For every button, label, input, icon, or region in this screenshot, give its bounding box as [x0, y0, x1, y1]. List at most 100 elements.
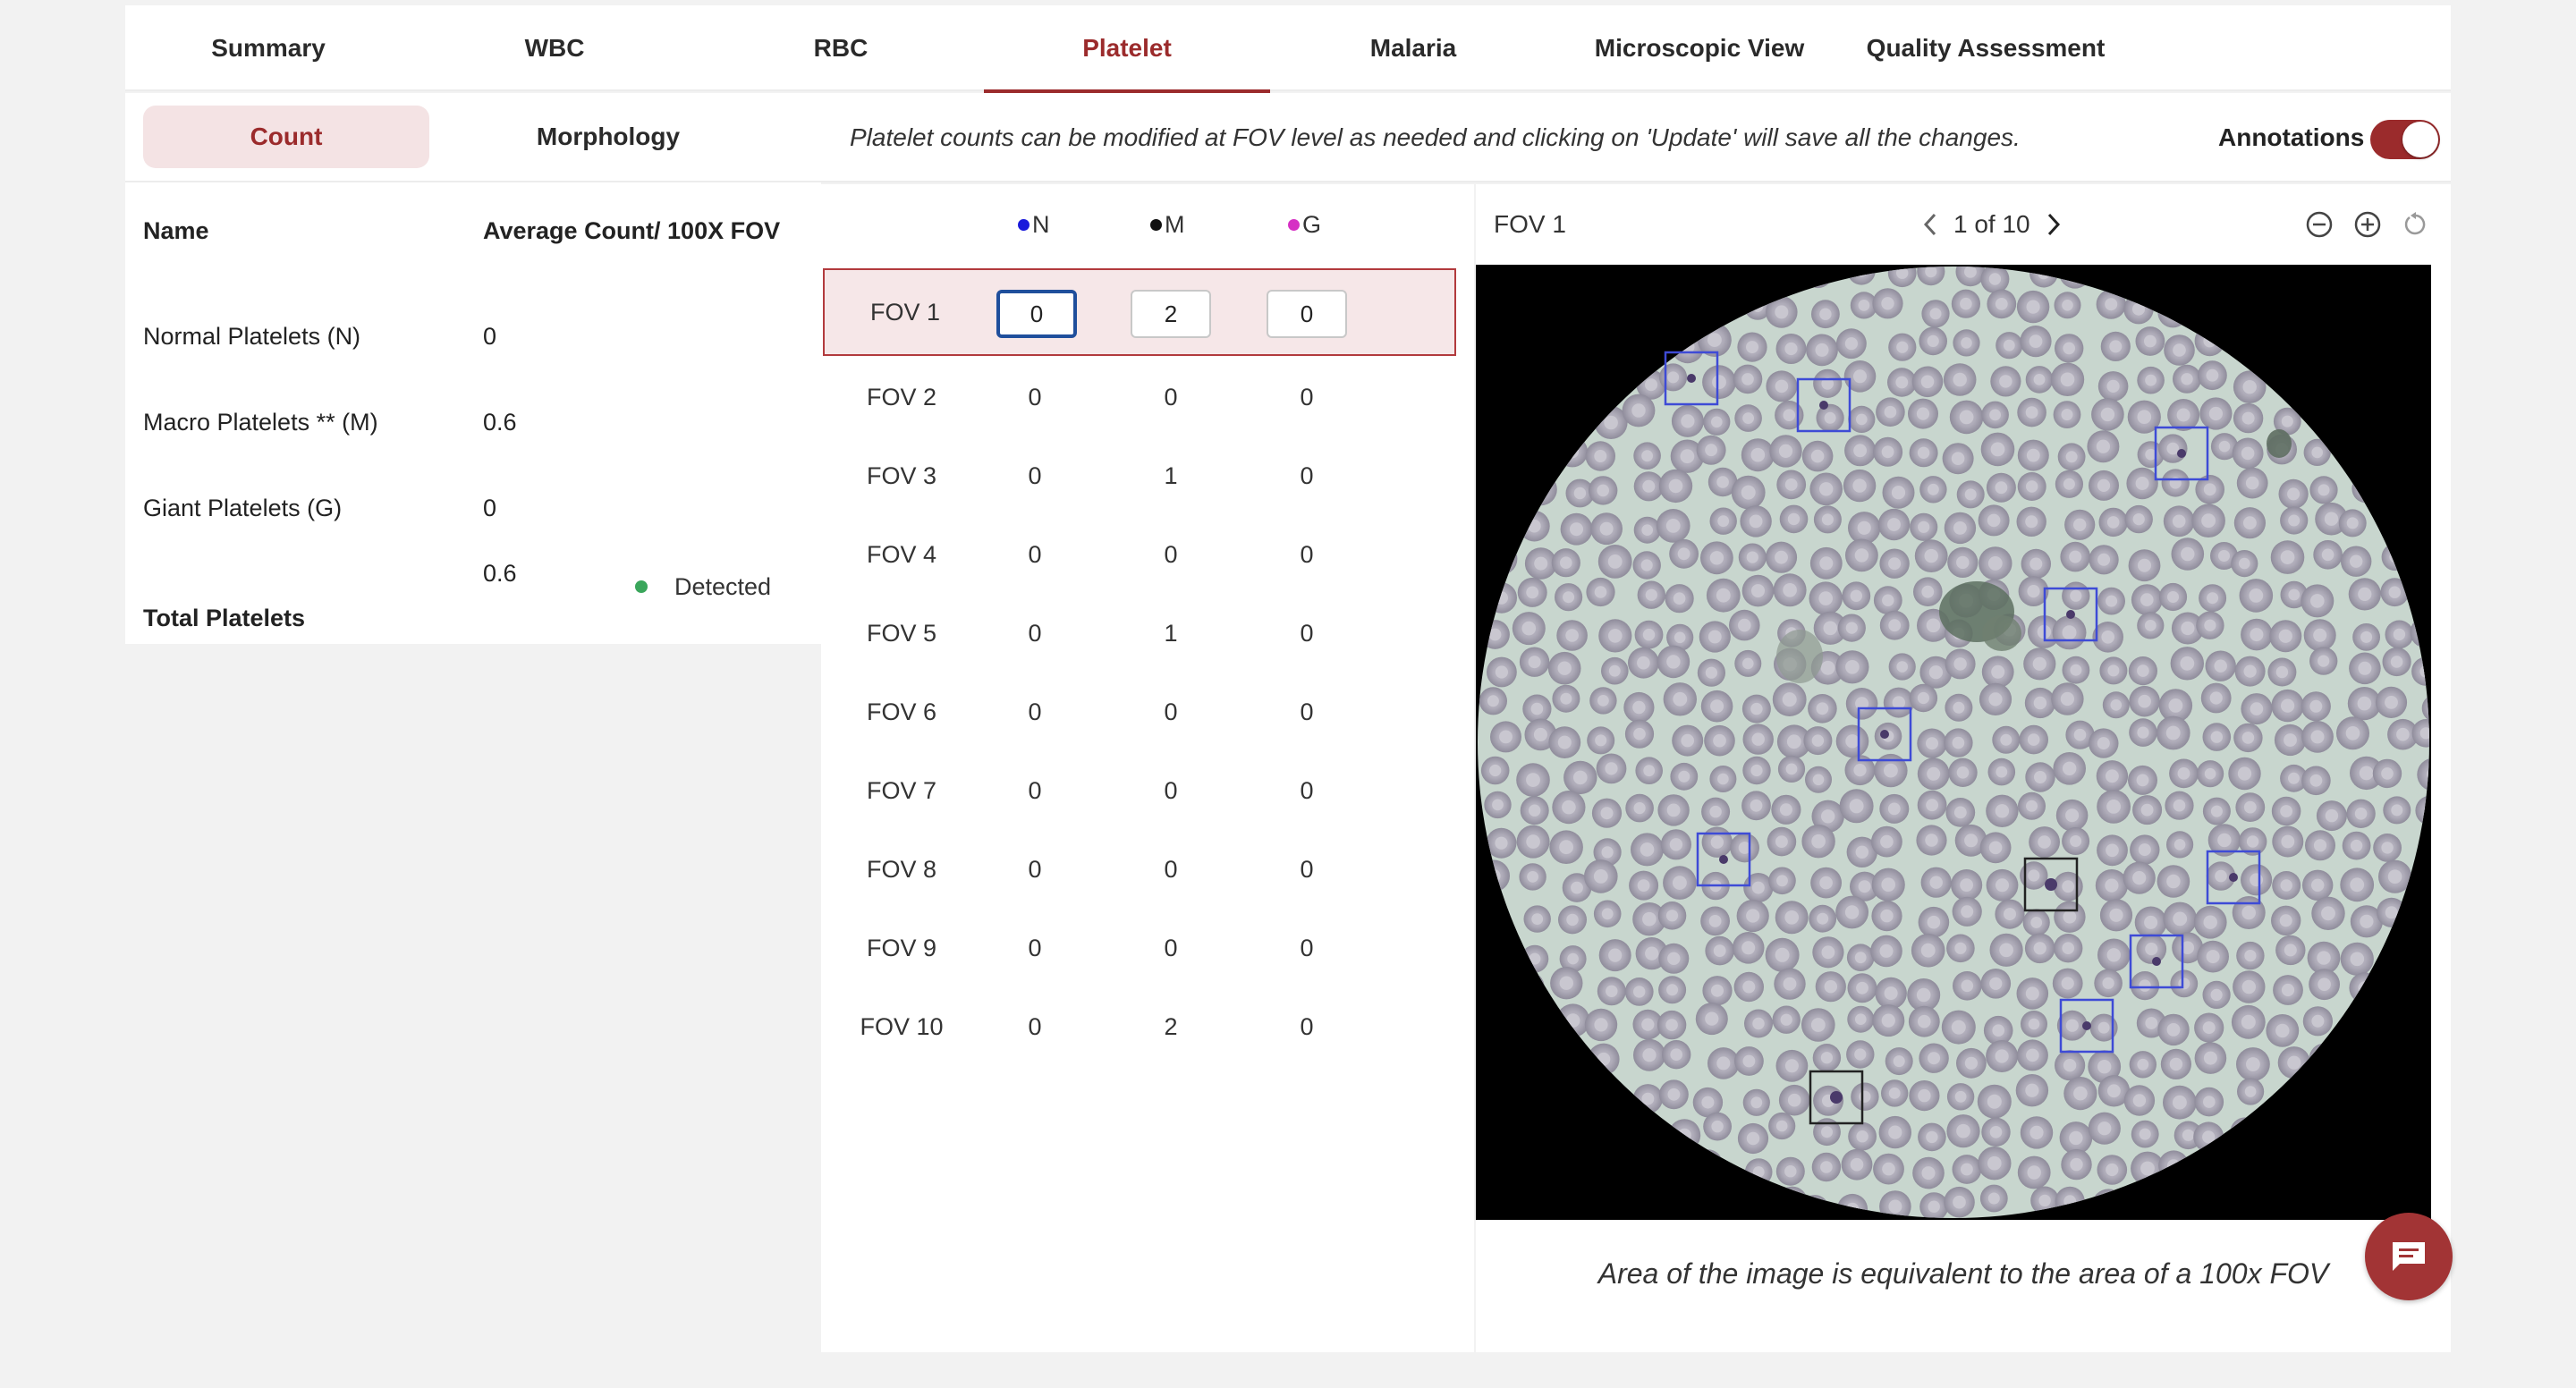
rbc-pallor	[2165, 725, 2181, 741]
rbc-pallor	[1597, 484, 1609, 497]
rbc-pallor	[2243, 800, 2257, 814]
rbc-pallor	[1669, 838, 1683, 851]
rbc-pallor	[1952, 736, 1965, 749]
rbc-pallor	[2244, 950, 2257, 962]
rbc-pallor	[2107, 1084, 2121, 1098]
table-row[interactable]: FOV 2 0 0 0	[821, 358, 1474, 436]
rbc-pallor	[1787, 1093, 1801, 1107]
rbc-pallor	[1916, 987, 1931, 1003]
rbc-pallor	[2109, 908, 2123, 922]
rbc-pallor	[1713, 944, 1726, 957]
rbc-pallor	[2105, 298, 2118, 311]
rbc-pallor	[1560, 556, 1572, 569]
rbc-pallor	[2388, 586, 2401, 598]
platelet-mark	[2229, 873, 2238, 882]
fov-g-value: 0	[1300, 934, 1314, 961]
table-row[interactable]: FOV 8 0 0 0	[821, 830, 1474, 909]
tab-malaria[interactable]: Malaria	[1270, 5, 1556, 91]
rbc-pallor	[2242, 380, 2257, 394]
fov-n-value: 0	[1028, 383, 1042, 410]
table-row[interactable]: FOV 6 0 0 0	[821, 673, 1474, 751]
tab-rbc[interactable]: RBC	[698, 5, 984, 91]
rbc-pallor	[1750, 702, 1763, 715]
rbc-pallor	[2311, 1014, 2325, 1028]
rbc-pallor	[2025, 1083, 2039, 1097]
rbc-pallor	[1887, 802, 1901, 816]
rbc-pallor	[2132, 871, 2147, 885]
zoom-out-icon[interactable]	[2302, 207, 2336, 241]
chevron-right-icon[interactable]	[2038, 207, 2070, 242]
rbc-pallor	[2206, 950, 2220, 964]
rbc-pallor	[1953, 521, 1967, 535]
rbc-pallor	[2106, 516, 2120, 529]
tab-quality-assessment[interactable]: Quality Assessment	[1843, 5, 2129, 91]
table-row[interactable]: FOV 7 0 0 0	[821, 751, 1474, 830]
fov-label: FOV 1	[869, 298, 941, 326]
rbc-pallor	[1959, 410, 1974, 425]
rbc-pallor	[1780, 1013, 1792, 1026]
tab-microscopic-view[interactable]: Microscopic View	[1556, 5, 1843, 91]
reset-icon[interactable]	[2399, 207, 2433, 241]
fov-row-selected[interactable]: FOV 1	[823, 268, 1456, 356]
rbc-pallor	[1850, 1157, 1864, 1172]
chat-button[interactable]	[2365, 1213, 2453, 1300]
rbc-pallor	[1642, 911, 1657, 927]
rbc-pallor	[1884, 763, 1898, 778]
fov-n-input[interactable]	[996, 290, 1077, 338]
toggle-knob	[2402, 122, 2438, 157]
rbc-pallor	[2243, 664, 2257, 678]
rbc-pallor	[1665, 1019, 1678, 1031]
rbc-pallor	[1499, 730, 1513, 744]
table-row[interactable]: FOV 4 0 0 0	[821, 515, 1474, 594]
rbc-pallor	[1819, 308, 1832, 320]
tab-summary[interactable]: Summary	[125, 5, 411, 91]
rbc-pallor	[1641, 1092, 1655, 1105]
rbc-pallor	[1992, 1024, 2004, 1037]
rbc-pallor	[2396, 727, 2410, 741]
viewer-title: FOV 1	[1494, 210, 1566, 238]
fov-g-input[interactable]	[1267, 290, 1347, 338]
chevron-left-icon[interactable]	[1914, 207, 1946, 242]
rbc-pallor	[1741, 941, 1756, 955]
rbc-pallor	[2358, 587, 2372, 601]
fov-count-table: N M G FOV 1 FOV 2 0 0 0 FOV 3 0 1 0 FOV …	[821, 184, 1474, 1352]
rbc-pallor	[2241, 411, 2255, 425]
rbc-pallor	[1953, 372, 1967, 387]
table-row[interactable]: FOV 5 0 1 0	[821, 594, 1474, 673]
microscope-image[interactable]	[1476, 265, 2431, 1220]
rbc-pallor	[1853, 764, 1867, 777]
table-row[interactable]: FOV 3 0 1 0	[821, 436, 1474, 515]
pager-label: 1 of 10	[1953, 210, 2030, 238]
rbc-pallor	[1741, 485, 1756, 500]
subtab-count[interactable]: Count	[143, 106, 429, 168]
table-row[interactable]: FOV 9 0 0 0	[821, 909, 1474, 987]
tab-platelet[interactable]: Platelet	[984, 5, 1270, 93]
rbc-pallor	[1631, 403, 1646, 418]
tab-wbc[interactable]: WBC	[411, 5, 698, 91]
rbc-pallor	[1783, 583, 1797, 597]
fov-g-value: 0	[1300, 461, 1314, 489]
rbc-pallor	[2062, 625, 2077, 640]
rbc-pallor	[1818, 591, 1833, 605]
zoom-in-icon[interactable]	[2351, 207, 2385, 241]
rbc-pallor	[2321, 906, 2335, 921]
annotations-toggle[interactable]	[2370, 120, 2440, 159]
rbc-pallor	[1705, 666, 1717, 679]
rbc-pallor	[2281, 983, 2295, 997]
rbc-pallor	[1563, 591, 1575, 604]
rbc-pallor	[2385, 906, 2398, 919]
rbc-pallor	[2062, 880, 2075, 893]
rbc-pallor	[1565, 629, 1579, 642]
rbc-pallor	[1888, 619, 1902, 632]
rbc-pallor	[1742, 412, 1754, 424]
rbc-pallor	[2097, 478, 2111, 492]
fov-m-input[interactable]	[1131, 290, 1211, 338]
rbc-pallor	[1995, 298, 2008, 310]
subtab-morphology[interactable]: Morphology	[465, 106, 751, 168]
rbc-pallor	[2097, 553, 2111, 566]
table-row[interactable]: FOV 10 0 2 0	[821, 987, 1474, 1066]
rbc-pallor	[1953, 657, 1967, 671]
rbc-pallor	[1961, 905, 1974, 918]
rbc-pallor	[2172, 514, 2186, 529]
rbc-pallor	[2309, 699, 2323, 713]
